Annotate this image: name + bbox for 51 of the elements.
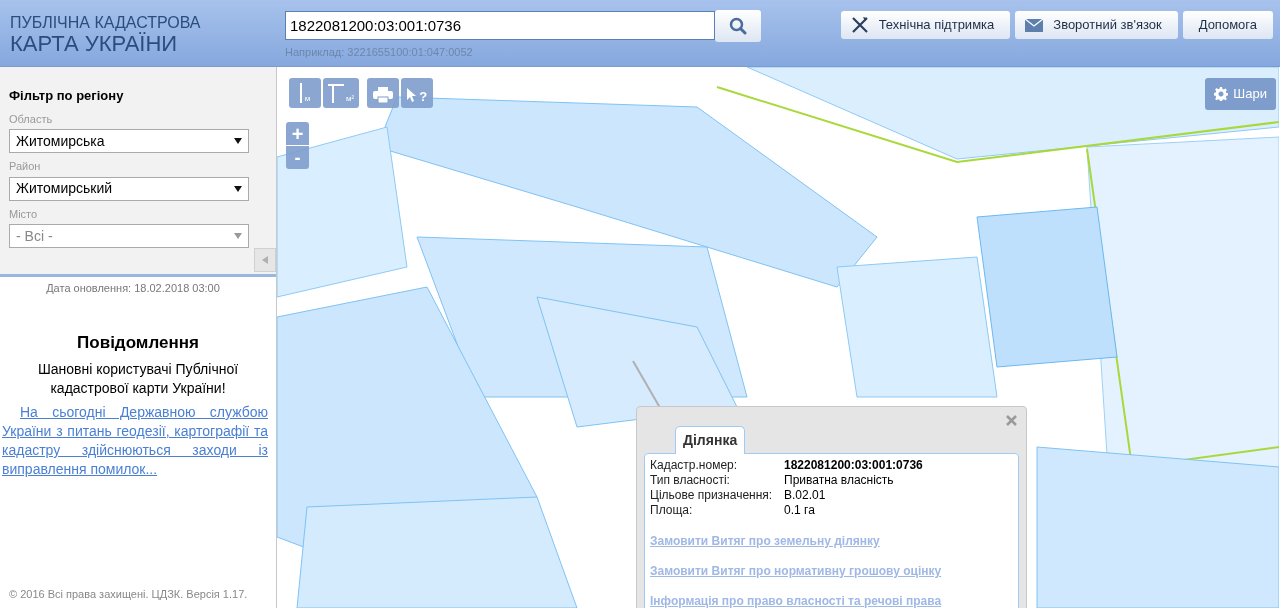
popup-link[interactable]: Замовити Витяг про земельну ділянку [650, 532, 1013, 550]
header-button[interactable]: Технічна підтримка [840, 11, 1011, 39]
footer-copyright: © 2016 Всі права захищені. ЦДЗК. Версія 1.17. [9, 586, 249, 602]
filter-title: Фільтр по регіону [9, 87, 125, 105]
search-field[interactable]: 1822081200:03:001:0736 [285, 11, 715, 40]
header-button[interactable]: Зворотний зв'язок [1015, 11, 1178, 39]
zoom-in-button[interactable]: + [286, 122, 309, 145]
field-value: Приватна власність [784, 473, 895, 488]
field-label: Тип власності: [650, 473, 731, 488]
field-label: Цільове призначення: [650, 488, 774, 503]
notice-link[interactable]: На сьогодні Державною службою України з питань геодезії, картографії та кадастру здійснюються заходи із виправлення помилок... [0, 403, 276, 479]
popup-tab[interactable]: Ділянка [675, 426, 746, 454]
logo-text: КАРТА УКРАЇНИ [10, 32, 178, 56]
field-label: Місто [9, 206, 39, 222]
dropdown-arrow-icon [234, 233, 242, 239]
map-tool-button[interactable]: м² [323, 78, 360, 108]
search-icon [729, 17, 747, 35]
close-icon [1005, 414, 1017, 426]
close-button[interactable] [1004, 413, 1018, 427]
dropdown[interactable]: Житомирська [9, 129, 249, 153]
header-button[interactable]: Допомога [1182, 11, 1273, 39]
field-label: Область [9, 111, 54, 127]
notice-title: Повідомлення [76, 331, 200, 354]
field-value: В.02.01 [784, 488, 827, 503]
layers-button[interactable]: Шари [1205, 78, 1276, 110]
zoom-out-button[interactable]: - [286, 146, 309, 169]
field-label: Кадастр.номер: [650, 458, 739, 473]
collapse-button[interactable] [254, 248, 276, 272]
dropdown[interactable]: Житомирський [9, 176, 249, 201]
search-button[interactable] [715, 10, 761, 42]
field-value: 1822081200:03:001:0736 [784, 458, 924, 473]
ruler-icon [299, 83, 303, 103]
gear-icon [1214, 87, 1229, 101]
printer-icon [373, 87, 394, 103]
envelope-icon [1025, 18, 1044, 32]
map-tool-button[interactable] [367, 78, 400, 108]
map-tool-button[interactable]: ? [401, 78, 434, 108]
popup-link[interactable]: Замовити Витяг про нормативну грошову оцінку [650, 562, 1013, 580]
collapse-arrow-icon [262, 256, 268, 264]
field-label: Район [9, 159, 42, 174]
field-label: Площа: [650, 503, 694, 518]
area-ruler-icon [328, 83, 344, 103]
cursor-icon [407, 88, 418, 103]
logo-text: ПУБЛІЧНА КАДАСТРОВА [10, 14, 202, 32]
popup-link[interactable]: Інформація про право власності та речові права [650, 592, 1013, 608]
dropdown-arrow-icon [234, 138, 242, 144]
update-date: Дата оновлення: 18.02.2018 03:00 [45, 281, 221, 296]
field-value: 0.1 га [784, 503, 816, 518]
dropdown-arrow-icon [234, 185, 242, 192]
map-tool-button[interactable]: м [289, 78, 321, 108]
notice-greeting: Шановні користувачі Публічної кадастрової карти України! [36, 360, 240, 398]
